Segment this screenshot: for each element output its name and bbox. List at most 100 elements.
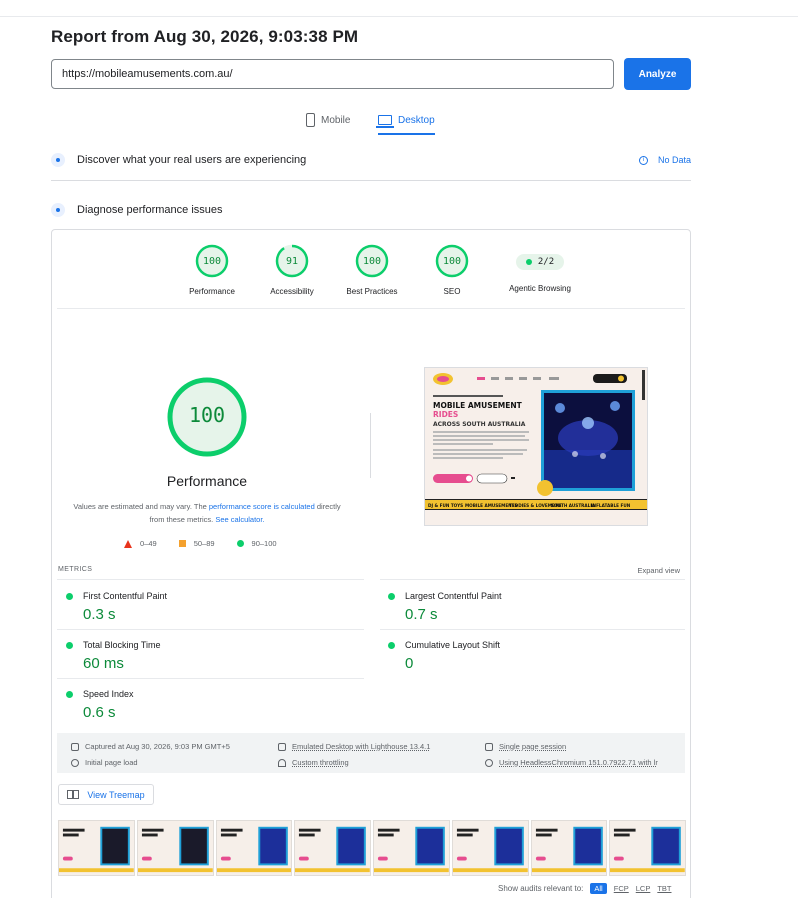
gauges-divider: [57, 308, 685, 309]
gauge-best-practices[interactable]: 100 Best Practices: [332, 244, 412, 296]
tab-desktop[interactable]: Desktop: [376, 108, 435, 135]
filmstrip: [58, 820, 686, 876]
pass-dot-icon: [525, 259, 532, 265]
filter-lcp-chip[interactable]: LCP: [636, 884, 651, 893]
run-info-band: Captured at Aug 30, 2026, 9:03 PM GMT+5 …: [57, 733, 685, 773]
gauge-label: SEO: [443, 287, 461, 296]
pass-circle-icon: [388, 593, 395, 600]
gauge-agentic-browsing[interactable]: 2/2 Agentic Browsing: [500, 252, 580, 293]
chrome-icon: [485, 758, 493, 767]
screenshot-image: MOBILE AMUSEMENT RIDES ACROSS SOUTH AUST…: [425, 368, 647, 525]
pass-circle-icon: [66, 593, 73, 600]
gauge-label: Best Practices: [346, 287, 398, 296]
performance-score-large: 100: [188, 403, 226, 427]
info-icon: i: [638, 155, 648, 165]
metric-name: Largest Contentful Paint: [405, 591, 502, 601]
legend-average: 50–89: [178, 539, 215, 548]
filter-tbt-chip[interactable]: TBT: [657, 884, 671, 893]
see-calculator-link[interactable]: See calculator.: [215, 515, 264, 524]
session-text: Single page session: [499, 742, 567, 751]
disclaimer-text-1: Values are estimated and may vary. The: [73, 502, 209, 511]
metric-value: 0.7 s: [405, 606, 438, 623]
final-screenshot[interactable]: MOBILE AMUSEMENT RIDES ACROSS SOUTH AUST…: [424, 367, 648, 526]
metric-value: 0: [405, 655, 414, 672]
diagnose-section: Diagnose performance issues: [51, 200, 691, 220]
ticker-item: INFLATABLE FUN: [591, 503, 631, 508]
calendar-icon: [71, 742, 79, 751]
score-disclaimer: Values are estimated and may vary. The p…: [72, 500, 342, 526]
url-input[interactable]: [51, 59, 614, 89]
filter-all-chip[interactable]: All: [590, 883, 607, 894]
throttling-text: Custom throttling: [292, 758, 349, 767]
gauge-performance[interactable]: 100 Performance: [172, 244, 252, 296]
expand-view-toggle[interactable]: Expand view: [637, 566, 680, 575]
users-icon: [51, 153, 65, 167]
agentic-label: Agentic Browsing: [509, 284, 571, 293]
legend-good: 90–100: [236, 539, 277, 548]
metric-name: Cumulative Layout Shift: [405, 640, 501, 650]
device-info[interactable]: Emulated Desktop with Lighthouse 13.4.1: [278, 742, 430, 751]
lab-icon: [51, 203, 65, 217]
timer-icon: [71, 758, 79, 767]
session-info[interactable]: Single page session: [485, 742, 566, 751]
filmstrip-frame: [609, 820, 686, 876]
field-data-section[interactable]: Discover what your real users are experi…: [51, 150, 691, 170]
tab-mobile[interactable]: Mobile: [306, 108, 350, 132]
metric-name: Speed Index: [83, 689, 134, 699]
filmstrip-frame: [215, 820, 293, 876]
load-text: Initial page load: [85, 758, 138, 767]
no-data-status: i No Data: [638, 155, 691, 165]
ticker-item: SOUTH AUSTRALIA: [551, 503, 596, 508]
phone-icon: [306, 113, 315, 127]
metric-divider: [380, 579, 685, 580]
metric-divider: [57, 629, 364, 630]
view-treemap-button[interactable]: View Treemap: [58, 784, 154, 805]
captured-info: Captured at Aug 30, 2026, 9:03 PM GMT+5: [71, 742, 230, 751]
gauge-label: Performance: [189, 287, 235, 296]
gauge-score: 100: [202, 256, 222, 267]
filmstrip-frame: [136, 820, 214, 876]
pass-circle-icon: [236, 540, 244, 547]
gauge-seo[interactable]: 100 SEO: [412, 244, 492, 296]
pass-circle-icon: [66, 642, 73, 649]
report-title: Report from Aug 30, 2026, 9:03:38 PM: [51, 27, 359, 46]
metric-name: First Contentful Paint: [83, 591, 168, 601]
gauge-accessibility[interactable]: 91 Accessibility: [252, 244, 332, 296]
ticker-item: DJ & FUN TOYS: [428, 503, 463, 508]
metric-divider: [57, 678, 364, 679]
pass-circle-icon: [388, 642, 395, 649]
legend-poor: 0–49: [124, 539, 157, 548]
filmstrip-frame: [373, 820, 450, 876]
device-text: Emulated Desktop with Lighthouse 13.4.1: [292, 742, 431, 751]
section-divider: [51, 180, 691, 181]
diagnose-label: Diagnose performance issues: [77, 204, 223, 216]
field-data-label: Discover what your real users are experi…: [77, 154, 307, 166]
gauge-score: 91: [285, 256, 299, 267]
average-square-icon: [178, 540, 186, 547]
analyze-button[interactable]: Analyze: [624, 58, 691, 90]
laptop-icon: [376, 115, 394, 128]
load-info: Initial page load: [71, 758, 138, 767]
score-calculated-link[interactable]: performance score is calculated: [209, 502, 315, 511]
score-legend: 0–49 50–89 90–100: [124, 539, 277, 548]
browser-info[interactable]: Using HeadlessChromium 151.0.7922.71 wit…: [485, 758, 658, 767]
metric-name: Total Blocking Time: [83, 640, 161, 650]
view-treemap-label: View Treemap: [87, 789, 145, 800]
wifi-icon: [278, 758, 286, 767]
filter-fcp-chip[interactable]: FCP: [614, 884, 629, 893]
pass-circle-icon: [66, 691, 73, 698]
agentic-score: 2/2: [537, 257, 555, 267]
audits-filter: Show audits relevant to: All FCP LCP TBT: [498, 883, 672, 894]
gauge-score: 100: [362, 256, 382, 267]
fail-triangle-icon: [124, 539, 132, 548]
metric-divider: [380, 629, 685, 630]
metric-value: 60 ms: [83, 655, 124, 672]
treemap-icon: [67, 790, 80, 799]
filmstrip-frame: [294, 820, 371, 876]
throttling-info[interactable]: Custom throttling: [278, 758, 349, 767]
screenshot-headline-1: MOBILE AMUSEMENT: [433, 401, 523, 410]
gauge-score: 100: [442, 256, 462, 267]
performance-label-large: Performance: [166, 473, 248, 489]
vertical-separator: [370, 413, 371, 478]
filmstrip-frame: [530, 820, 608, 876]
